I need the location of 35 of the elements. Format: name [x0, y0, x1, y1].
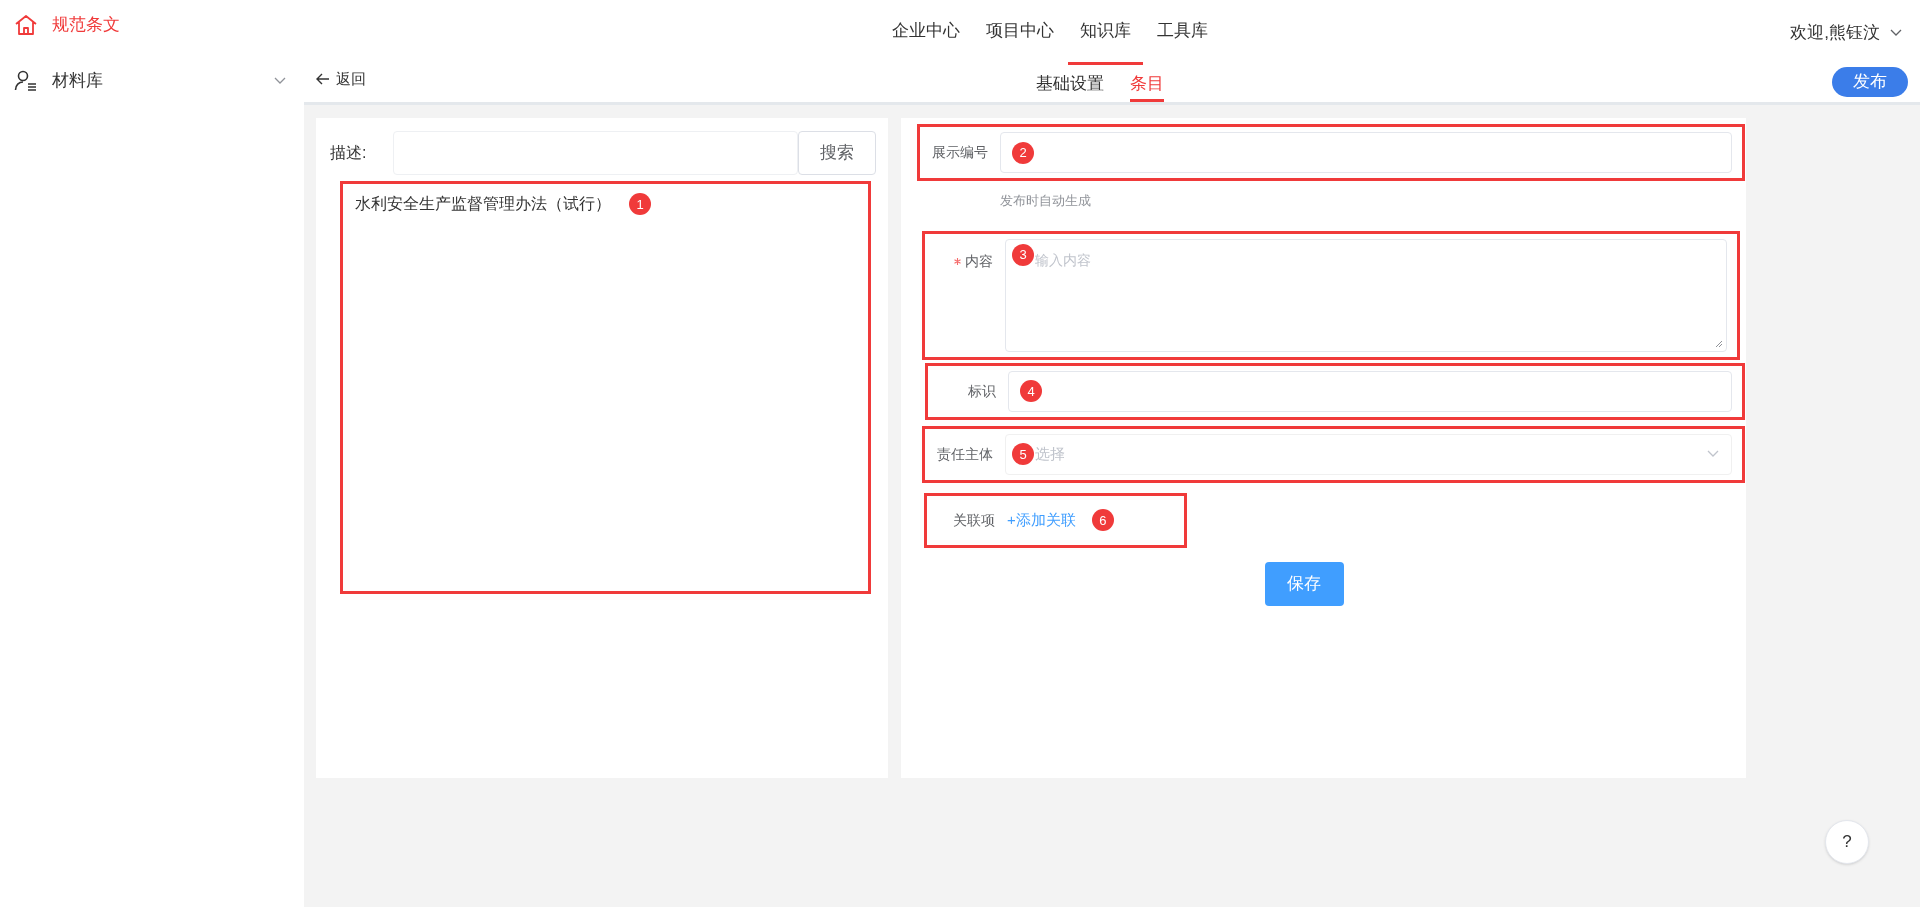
publish-button[interactable]: 发布 — [1832, 67, 1908, 97]
sidebar-item[interactable]: 材料库 — [0, 48, 304, 114]
placeholder-text: 输入内容 — [1035, 251, 1091, 268]
nav-tab[interactable]: 项目中心 — [974, 0, 1066, 65]
back-link[interactable]: 返回 — [304, 67, 366, 91]
chevron-down-icon — [1707, 450, 1719, 458]
nav-tab[interactable]: 工具库 — [1145, 0, 1220, 65]
field-label: 内容 — [965, 251, 993, 271]
help-button[interactable]: ? — [1825, 820, 1869, 864]
chevron-down-icon — [274, 77, 286, 85]
search-label: 描述: — [329, 143, 368, 163]
document-title[interactable]: 水利安全生产监督管理办法（试行） — [355, 192, 611, 216]
number-badge: 1 — [629, 193, 651, 215]
field-label: 展示编号 — [932, 143, 988, 162]
field-label: 标识 — [968, 381, 996, 401]
search-field[interactable] — [393, 131, 798, 175]
resize-handle-icon — [1715, 339, 1723, 348]
number-badge: 6 — [1091, 509, 1114, 531]
sub-tab[interactable]: 基础设置 — [1036, 65, 1104, 102]
placeholder-text: 选择 — [1035, 443, 1066, 464]
chevron-down-icon — [1890, 28, 1902, 37]
user-list-icon — [14, 70, 38, 92]
user-menu[interactable]: 欢迎,熊钰汶 — [1790, 0, 1920, 65]
field-label: 关联项 — [953, 510, 995, 530]
nav-tab[interactable]: 企业中心 — [880, 0, 972, 65]
app-title: 规范条文 — [52, 14, 120, 37]
field-hint: 发布时自动生成 — [1000, 192, 1092, 210]
arrow-left-icon — [316, 73, 330, 85]
text-field[interactable] — [1008, 370, 1732, 412]
home-icon — [14, 14, 38, 36]
nav-tab[interactable]: 知识库 — [1068, 0, 1143, 65]
sub-tab[interactable]: 条目 — [1130, 65, 1164, 102]
search-button[interactable]: 搜索 — [798, 131, 876, 175]
text-field[interactable] — [1000, 132, 1732, 173]
field-label: 责任主体 — [937, 444, 993, 464]
